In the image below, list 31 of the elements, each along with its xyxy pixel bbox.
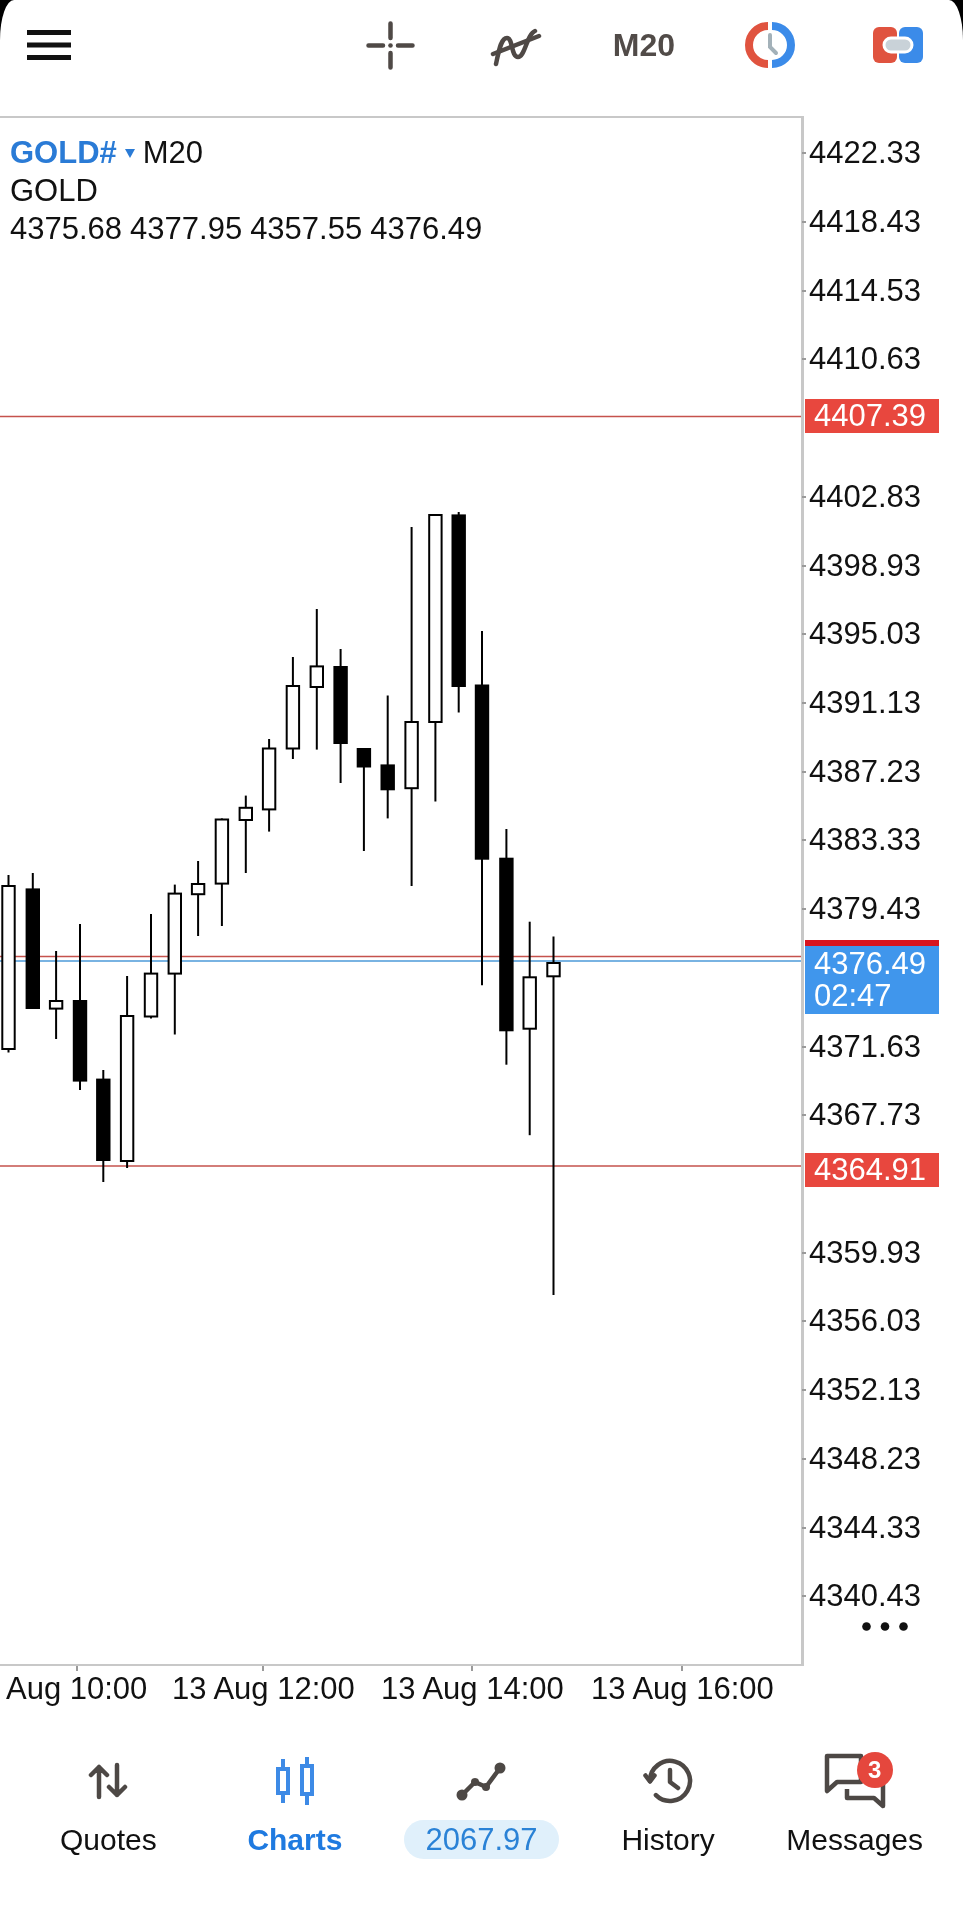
- ohlc-value: 4377.95: [130, 210, 243, 248]
- timeframe-label: M20: [142, 134, 204, 172]
- caret-icon: [124, 148, 135, 158]
- time-label: 13 Aug 14:00: [381, 1666, 564, 1707]
- symbol-button[interactable]: GOLD#: [10, 134, 135, 172]
- candlestick-icon: [274, 1757, 315, 1805]
- time-label: Aug 10:00: [6, 1666, 148, 1707]
- time-label: 13 Aug 12:00: [172, 1666, 355, 1707]
- notification-badge: 3: [856, 1752, 893, 1788]
- symbol-description: GOLD: [10, 172, 99, 210]
- clock-icon[interactable]: [745, 21, 795, 69]
- ohlc-value: 4375.68: [10, 210, 123, 248]
- menu-icon[interactable]: [27, 30, 71, 60]
- line-chart-icon: [456, 1761, 507, 1801]
- toggle-icon[interactable]: [873, 27, 923, 63]
- bar-countdown: 02:47: [814, 980, 893, 1012]
- nav-tab[interactable]: Quotes: [15, 1756, 202, 1860]
- time-label: 13 Aug 16:00: [591, 1666, 774, 1707]
- price-level-tag: 4407.39: [805, 399, 939, 433]
- balance-value: 2067.97: [404, 1820, 559, 1859]
- history-icon: [643, 1756, 694, 1806]
- nav-tab[interactable]: History: [574, 1756, 762, 1860]
- ohlc-value: 4357.55: [250, 210, 363, 248]
- nav-tab[interactable]: Charts: [201, 1756, 389, 1860]
- crosshair-icon[interactable]: [365, 20, 415, 70]
- arrows-icon: [88, 1762, 129, 1800]
- bid-price: 4376.49: [814, 948, 928, 980]
- more-icon[interactable]: [862, 1622, 908, 1631]
- price-level-tag: 4364.91: [805, 1152, 939, 1187]
- timeframe-button[interactable]: M20: [612, 27, 675, 63]
- ohlc-value: 4376.49: [370, 210, 483, 248]
